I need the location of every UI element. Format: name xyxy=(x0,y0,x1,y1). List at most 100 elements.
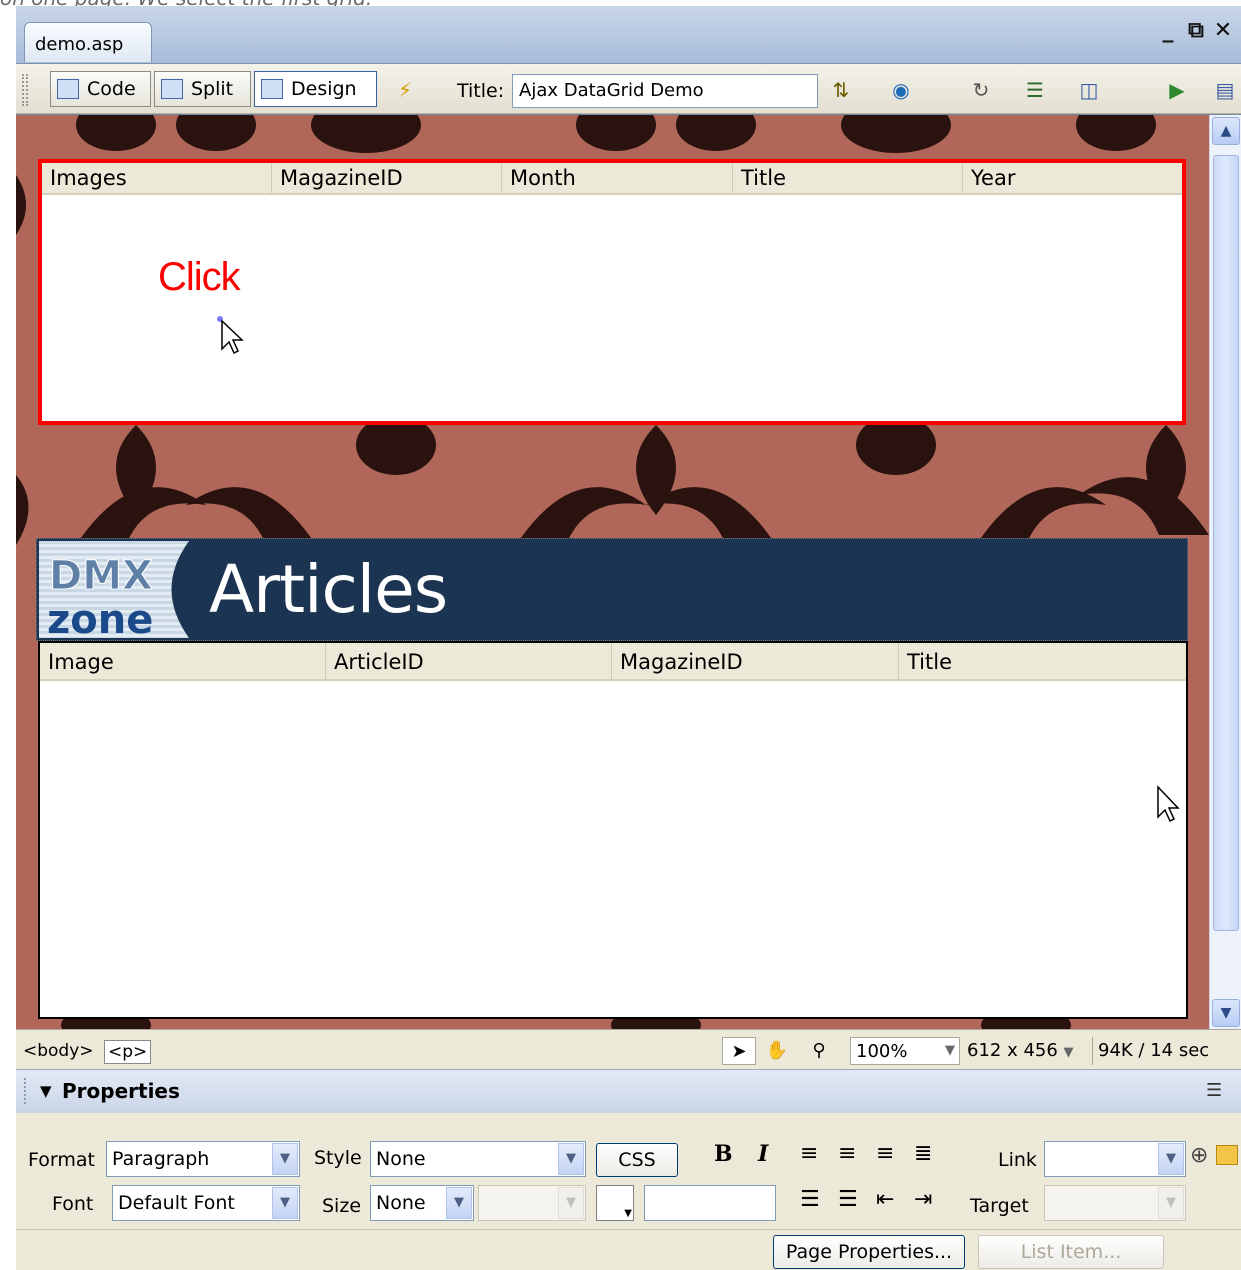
split-icon xyxy=(161,79,183,99)
grid2-header-image[interactable]: Image xyxy=(40,643,326,679)
banner-title: Articles xyxy=(209,551,448,628)
grid2-header: Image ArticleID MagazineID Title xyxy=(40,643,1186,681)
document-titlebar: demo.asp _ ⧉ ✕ xyxy=(16,6,1241,64)
browse-folder-icon[interactable] xyxy=(1216,1145,1238,1165)
indent-icon[interactable]: ⇥ xyxy=(914,1187,932,1212)
zoom-select[interactable]: 100% ▼ xyxy=(850,1037,960,1065)
unordered-list-icon[interactable]: ☰ xyxy=(800,1187,820,1212)
panel-options-icon[interactable]: ☰ xyxy=(1206,1080,1222,1101)
zoom-tool-icon[interactable]: ⚲ xyxy=(802,1037,836,1065)
title-input[interactable]: Ajax DataGrid Demo xyxy=(512,74,818,108)
align-center-icon[interactable]: ≡ xyxy=(838,1141,856,1166)
restore-icon[interactable]: ⧉ xyxy=(1184,18,1208,43)
collapse-arrow-icon[interactable]: ▼ xyxy=(40,1082,52,1100)
link-input[interactable]: ▼ xyxy=(1044,1141,1186,1177)
font-value: Default Font xyxy=(118,1192,235,1214)
align-left-icon[interactable]: ≡ xyxy=(800,1141,818,1166)
validate-icon[interactable]: ▶ xyxy=(1164,77,1190,103)
tag-body[interactable]: <body> xyxy=(20,1040,97,1062)
magazines-datagrid[interactable]: Images MagazineID Month Title Year Click xyxy=(38,159,1186,425)
dmxzone-logo: DMX zone xyxy=(39,541,189,643)
font-label: Font xyxy=(52,1193,94,1215)
panel-grip[interactable] xyxy=(24,1078,30,1104)
close-icon[interactable]: ✕ xyxy=(1211,18,1235,43)
grid1-header: Images MagazineID Month Title Year xyxy=(42,163,1182,195)
properties-panel: Format Paragraph ▼ Style None ▼ CSS B I … xyxy=(16,1113,1241,1270)
scroll-up-icon[interactable]: ▲ xyxy=(1212,117,1240,145)
design-view-button[interactable]: Design xyxy=(254,71,377,107)
grid2-header-articleid[interactable]: ArticleID xyxy=(326,643,612,679)
text-color-swatch[interactable]: ▼ xyxy=(596,1185,634,1221)
bold-button[interactable]: B xyxy=(714,1141,733,1167)
font-dropdown-icon: ▼ xyxy=(272,1187,298,1219)
link-dropdown-icon: ▼ xyxy=(1158,1143,1184,1175)
browser-check-icon[interactable]: ▤ xyxy=(1212,77,1238,103)
text-color-input[interactable] xyxy=(644,1185,776,1221)
css-button[interactable]: CSS xyxy=(596,1143,678,1177)
tag-p[interactable]: <p> xyxy=(104,1040,152,1064)
zoom-dropdown-icon: ▼ xyxy=(945,1043,955,1058)
format-select[interactable]: Paragraph ▼ xyxy=(106,1141,300,1177)
format-label: Format xyxy=(28,1149,95,1171)
code-view-button[interactable]: Code xyxy=(50,71,151,107)
design-view-label: Design xyxy=(291,78,357,100)
articles-datagrid[interactable]: Image ArticleID MagazineID Title xyxy=(38,641,1188,1019)
size-dropdown-icon: ▼ xyxy=(446,1187,472,1219)
grid2-header-title[interactable]: Title xyxy=(899,643,1186,679)
ordered-list-icon[interactable]: ☰ xyxy=(838,1187,858,1212)
font-select[interactable]: Default Font ▼ xyxy=(112,1185,300,1221)
grid2-header-magazineid[interactable]: MagazineID xyxy=(612,643,899,679)
point-to-file-icon[interactable]: ⊕ xyxy=(1190,1143,1208,1168)
outdent-icon[interactable]: ⇤ xyxy=(876,1187,894,1212)
file-management-icon[interactable]: ⇅ xyxy=(828,77,854,103)
scroll-thumb[interactable] xyxy=(1213,155,1239,931)
status-bar: <body> <p> ➤ ✋ ⚲ 100% ▼ 612 x 456 ▼ 94K … xyxy=(16,1029,1241,1069)
list-item-button: List Item... xyxy=(978,1235,1164,1269)
code-icon xyxy=(57,79,79,99)
logo-text-top: DMX xyxy=(49,553,153,599)
hand-tool-icon[interactable]: ✋ xyxy=(760,1037,794,1065)
logo-text-bottom: zone xyxy=(47,597,153,638)
italic-button[interactable]: I xyxy=(758,1141,768,1167)
view-options-icon[interactable]: ☰ xyxy=(1022,77,1048,103)
mouse-cursor-icon xyxy=(217,316,244,355)
link-label: Link xyxy=(998,1149,1037,1171)
color-picker-dropdown-icon: ▼ xyxy=(624,1208,632,1219)
grid1-header-magazineid[interactable]: MagazineID xyxy=(272,163,502,193)
select-tool-icon[interactable]: ➤ xyxy=(722,1037,756,1065)
design-canvas[interactable]: Images MagazineID Month Title Year Click… xyxy=(16,115,1209,1029)
document-toolbar: Code Split Design ⚡ Title: Ajax DataGrid… xyxy=(16,64,1241,114)
style-label: Style xyxy=(314,1147,362,1169)
minimize-icon[interactable]: _ xyxy=(1156,18,1180,43)
preview-browser-icon[interactable]: ◉ xyxy=(888,77,914,103)
refresh-icon[interactable]: ↻ xyxy=(968,77,994,103)
grid1-header-month[interactable]: Month xyxy=(502,163,733,193)
size-value: None xyxy=(376,1192,426,1214)
justify-icon[interactable]: ≣ xyxy=(914,1141,932,1166)
style-select[interactable]: None ▼ xyxy=(370,1141,586,1177)
window-size-value: 612 x 456 xyxy=(967,1040,1058,1061)
document-window: demo.asp _ ⧉ ✕ Code Split Design ⚡ Title… xyxy=(16,6,1241,1270)
visual-aids-icon[interactable]: ◫ xyxy=(1076,77,1102,103)
align-right-icon[interactable]: ≡ xyxy=(876,1141,894,1166)
grid1-header-year[interactable]: Year xyxy=(963,163,1182,193)
window-size[interactable]: 612 x 456 ▼ xyxy=(962,1037,1088,1065)
size-unit-select: ▼ xyxy=(478,1185,586,1221)
size-unit-dropdown-icon: ▼ xyxy=(558,1187,584,1219)
vertical-scrollbar[interactable]: ▲ ▼ xyxy=(1209,115,1241,1029)
size-label: Size xyxy=(322,1195,362,1217)
design-icon xyxy=(261,79,283,99)
panel-divider xyxy=(16,1229,1241,1230)
document-tab[interactable]: demo.asp xyxy=(24,22,152,62)
click-annotation: Click xyxy=(158,255,241,299)
toolbar-grip[interactable] xyxy=(22,74,28,106)
grid1-header-images[interactable]: Images xyxy=(42,163,272,193)
size-select[interactable]: None ▼ xyxy=(370,1185,474,1221)
page-properties-button[interactable]: Page Properties... xyxy=(773,1235,965,1269)
live-data-icon[interactable]: ⚡ xyxy=(392,77,418,103)
properties-panel-header[interactable]: ▼ Properties ☰ xyxy=(16,1069,1241,1113)
scroll-down-icon[interactable]: ▼ xyxy=(1212,999,1240,1027)
split-view-button[interactable]: Split xyxy=(154,71,251,107)
format-dropdown-icon: ▼ xyxy=(272,1143,298,1175)
grid1-header-title[interactable]: Title xyxy=(733,163,963,193)
